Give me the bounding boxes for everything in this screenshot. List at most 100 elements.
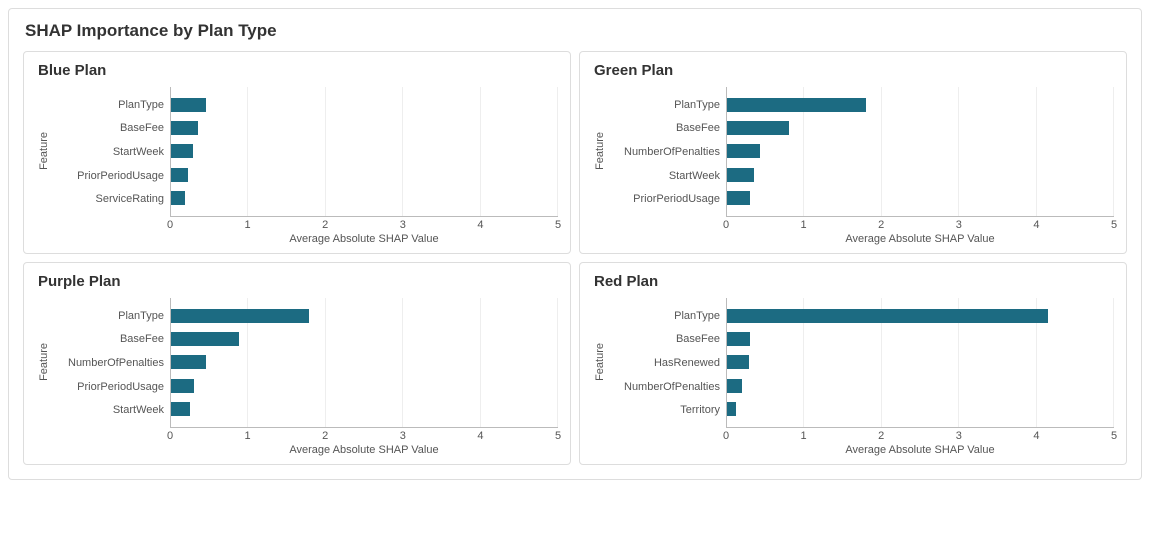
x-tick: 0 (723, 430, 729, 442)
category-label: PlanType (52, 306, 164, 326)
x-tick: 1 (245, 430, 251, 442)
xlabel-row: Average Absolute SHAP Value (608, 444, 1114, 456)
chart-body: PlanTypeBaseFeeNumberOfPenaltiesStartWee… (608, 87, 1114, 245)
axis-row: 012345 (608, 217, 1114, 233)
axis-spacer (608, 428, 726, 444)
category-label: Territory (608, 400, 720, 420)
x-tick: 4 (1033, 219, 1039, 231)
axis-spacer (52, 217, 170, 233)
x-tick: 3 (400, 219, 406, 231)
x-tick: 4 (477, 430, 483, 442)
bar (727, 168, 754, 182)
bar (171, 379, 194, 393)
x-tick: 3 (956, 430, 962, 442)
x-tick: 2 (322, 430, 328, 442)
y-axis-label: Feature (592, 343, 608, 381)
bar (727, 332, 750, 346)
xlabel-row: Average Absolute SHAP Value (608, 233, 1114, 245)
axis-spacer (52, 444, 170, 456)
bar (171, 402, 190, 416)
bar (171, 144, 193, 158)
plot-area (726, 298, 1114, 428)
bar (727, 98, 866, 112)
bar (171, 168, 188, 182)
plot-row: PlanTypeBaseFeeNumberOfPenaltiesPriorPer… (52, 298, 558, 428)
x-tick: 2 (878, 219, 884, 231)
bar (171, 355, 206, 369)
chart-body: PlanTypeBaseFeeHasRenewedNumberOfPenalti… (608, 298, 1114, 456)
category-label: StartWeek (608, 166, 720, 186)
bar (727, 144, 760, 158)
x-tick: 0 (723, 219, 729, 231)
panel-title: Green Plan (594, 62, 1114, 79)
category-label: HasRenewed (608, 353, 720, 373)
chart-wrap: FeaturePlanTypeBaseFeeNumberOfPenaltiesP… (36, 298, 558, 456)
category-label: NumberOfPenalties (52, 353, 164, 373)
bar (171, 98, 206, 112)
x-tick: 2 (322, 219, 328, 231)
y-axis-label: Feature (36, 343, 52, 381)
chart-body: PlanTypeBaseFeeNumberOfPenaltiesPriorPer… (52, 298, 558, 456)
category-label: PlanType (608, 95, 720, 115)
plot-area (170, 298, 558, 428)
category-label: PriorPeriodUsage (52, 166, 164, 186)
x-ticks: 0 1 2 3 4 5 (170, 217, 558, 233)
chart-wrap: FeaturePlanTypeBaseFeeHasRenewedNumberOf… (592, 298, 1114, 456)
x-tick: 1 (245, 219, 251, 231)
x-axis-label: Average Absolute SHAP Value (726, 233, 1114, 245)
category-column: PlanTypeBaseFeeNumberOfPenaltiesPriorPer… (52, 298, 170, 428)
axis-spacer (52, 428, 170, 444)
bars-container (727, 87, 1114, 216)
axis-spacer (608, 444, 726, 456)
category-label: StartWeek (52, 400, 164, 420)
bar (727, 379, 742, 393)
chart-grid: Blue Plan Feature PlanType BaseFee StartWeek… (23, 51, 1127, 465)
plot-area (726, 87, 1114, 217)
category-label: PriorPeriodUsage (608, 189, 720, 209)
y-axis-label: Feature (592, 132, 608, 170)
plot-row: PlanTypeBaseFeeNumberOfPenaltiesStartWee… (608, 87, 1114, 217)
x-ticks: 012345 (726, 428, 1114, 444)
bar (171, 191, 185, 205)
x-tick: 5 (555, 430, 561, 442)
axis-spacer (608, 217, 726, 233)
xlabel-row: Average Absolute SHAP Value (52, 233, 558, 245)
chart-panel: Green PlanFeaturePlanTypeBaseFeeNumberOf… (579, 51, 1127, 254)
x-axis-label: Average Absolute SHAP Value (726, 444, 1114, 456)
plot-row: PlanTypeBaseFeeHasRenewedNumberOfPenalti… (608, 298, 1114, 428)
x-tick: 4 (477, 219, 483, 231)
axis-row: 012345 (52, 428, 558, 444)
chart-body: PlanTypeBaseFeeStartWeekPriorPeriodUsage… (52, 87, 558, 245)
x-tick: 1 (801, 430, 807, 442)
chart-panel: Purple Plan Feature PlanType BaseFee NumberO… (23, 262, 571, 465)
category-label: ServiceRating (52, 189, 164, 209)
axis-row: 0 1 2 3 4 5 (52, 217, 558, 233)
panel-title: Blue Plan (38, 62, 558, 79)
axis-row: 012345 (608, 428, 1114, 444)
category-column: PlanTypeBaseFeeNumberOfPenaltiesStartWee… (608, 87, 726, 217)
x-ticks: 012345 (170, 428, 558, 444)
panel-title: Red Plan (594, 273, 1114, 290)
category-label: StartWeek (52, 142, 164, 162)
category-label: BaseFee (52, 118, 164, 138)
x-tick: 2 (878, 430, 884, 442)
category-label: BaseFee (52, 329, 164, 349)
axis-spacer (52, 233, 170, 245)
plot-row: PlanTypeBaseFeeStartWeekPriorPeriodUsage… (52, 87, 558, 217)
category-label: PlanType (608, 306, 720, 326)
bar (727, 402, 736, 416)
x-tick: 1 (801, 219, 807, 231)
panel-title: Purple Plan (38, 273, 558, 290)
bar (171, 309, 309, 323)
x-axis-label: Average Absolute SHAP Value (170, 444, 558, 456)
x-tick: 5 (555, 219, 561, 231)
x-tick: 0 (167, 430, 173, 442)
category-label: BaseFee (608, 118, 720, 138)
chart-panel: Red Plan FeaturePlanTypeBaseFeeHasRenewed… (579, 262, 1127, 465)
x-tick: 3 (956, 219, 962, 231)
category-column: PlanTypeBaseFeeHasRenewedNumberOfPenalti… (608, 298, 726, 428)
bar (171, 332, 239, 346)
x-tick: 0 (167, 219, 173, 231)
bars-container (171, 87, 558, 216)
bars-container (171, 298, 558, 427)
